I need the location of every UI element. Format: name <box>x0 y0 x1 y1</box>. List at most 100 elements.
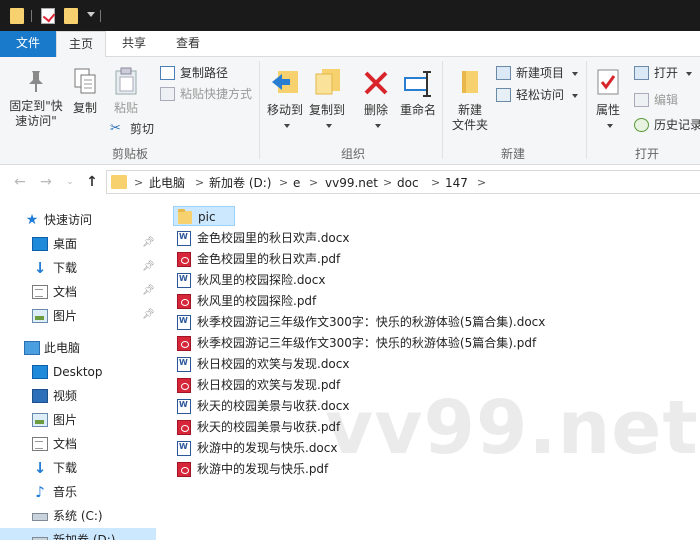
paste-shortcut-button[interactable]: 粘贴快捷方式 <box>160 84 252 104</box>
paste-shortcut-icon <box>160 87 175 101</box>
folder-icon <box>111 175 127 189</box>
toolbar-divider <box>31 10 32 22</box>
history-icon <box>634 118 649 132</box>
group-divider <box>259 61 260 159</box>
nav-item-videos[interactable]: 视频 <box>0 384 156 408</box>
ribbon: 固定到"快 速访问" 复制 粘贴 复制路径 粘贴快捷方式 ✂ 剪切 剪贴板 移动… <box>0 57 700 165</box>
move-to-icon <box>272 71 298 93</box>
copy-icon <box>74 68 96 94</box>
breadcrumb-item[interactable]: vv99.net <box>325 174 378 192</box>
pdf-file-icon <box>177 336 191 351</box>
tab-home[interactable]: 主页 <box>56 31 106 58</box>
rename-button[interactable]: 重命名 <box>398 63 438 118</box>
properties-icon <box>597 69 619 95</box>
move-to-button[interactable]: 移动到 <box>264 63 306 133</box>
nav-item-pictures[interactable]: 图片 📌︎ <box>0 304 156 328</box>
chevron-right-icon[interactable]: > <box>195 174 204 192</box>
chevron-down-icon <box>571 93 578 98</box>
chevron-right-icon[interactable]: > <box>309 174 318 192</box>
breadcrumb-item[interactable]: 新加卷 (D:) <box>209 174 271 192</box>
new-item-button[interactable]: 新建项目 <box>496 63 578 83</box>
breadcrumb-item[interactable]: 此电脑 <box>149 174 185 192</box>
group-label-clipboard: 剪贴板 <box>111 147 148 161</box>
edit-icon <box>634 93 649 107</box>
nav-item-pc-documents[interactable]: 文档 <box>0 432 156 456</box>
delete-button[interactable]: 删除 <box>358 63 394 133</box>
nav-item-pc-pictures[interactable]: 图片 <box>0 408 156 432</box>
copy-path-button[interactable]: 复制路径 <box>160 63 228 83</box>
chevron-right-icon[interactable]: > <box>477 174 486 192</box>
word-file-icon <box>177 399 191 414</box>
new-folder-button[interactable]: 新建 文件夹 <box>448 63 492 133</box>
breadcrumb-item[interactable]: doc <box>397 174 419 192</box>
chevron-down-icon <box>326 123 332 128</box>
history-button[interactable]: 历史记录 <box>634 115 700 135</box>
nav-item-drive-d[interactable]: 新加卷 (D:) <box>0 528 156 540</box>
copy-path-icon <box>160 66 175 80</box>
nav-quick-access[interactable]: ★ 快速访问 <box>0 208 156 232</box>
pin-icon[interactable]: 📌︎ <box>142 238 155 248</box>
breadcrumb-item[interactable]: 147 <box>445 174 468 192</box>
nav-item-pc-desktop[interactable]: Desktop <box>0 360 156 384</box>
copy-to-icon <box>315 69 340 95</box>
navigation-pane: ★ 快速访问 桌面 📌︎ ↓ 下载 📌︎ 文档 📌︎ 图片 📌︎ 此电脑 Des… <box>0 198 156 540</box>
properties-icon[interactable] <box>41 8 55 24</box>
properties-button[interactable]: 属性 <box>590 63 626 133</box>
rename-icon <box>404 71 431 97</box>
pin-icon[interactable]: 📌︎ <box>142 262 155 272</box>
title-bar <box>0 0 700 31</box>
chevron-right-icon[interactable]: > <box>383 174 392 192</box>
chevron-down-icon <box>571 71 578 76</box>
pin-icon[interactable]: 📌︎ <box>142 286 155 296</box>
chevron-down-icon <box>284 123 290 128</box>
chevron-down-icon <box>607 123 613 128</box>
nav-item-downloads[interactable]: ↓ 下载 📌︎ <box>0 256 156 280</box>
recent-locations-icon[interactable]: ⌄ <box>62 174 78 190</box>
tab-share[interactable]: 共享 <box>111 31 157 57</box>
chevron-right-icon[interactable]: > <box>431 174 440 192</box>
document-icon <box>32 285 48 299</box>
pdf-file-icon <box>177 420 191 435</box>
paste-button[interactable]: 粘贴 <box>108 63 144 116</box>
nav-item-pc-downloads[interactable]: ↓ 下载 <box>0 456 156 480</box>
nav-item-documents[interactable]: 文档 📌︎ <box>0 280 156 304</box>
cut-button[interactable]: ✂ 剪切 <box>110 119 154 139</box>
open-button[interactable]: 打开 <box>634 63 692 83</box>
folder-icon[interactable] <box>10 8 24 24</box>
chevron-down-icon[interactable] <box>87 12 95 17</box>
edit-button[interactable]: 编辑 <box>634 90 678 110</box>
music-icon: ♪ <box>35 483 45 501</box>
chevron-right-icon[interactable]: > <box>134 174 143 192</box>
tab-file[interactable]: 文件 <box>0 31 56 57</box>
up-arrow-icon[interactable]: ↑ <box>84 174 100 190</box>
tab-view[interactable]: 查看 <box>163 31 213 57</box>
pdf-file-icon <box>177 378 191 393</box>
breadcrumb-item[interactable]: e <box>293 174 300 192</box>
list-item-folder[interactable]: pic <box>173 206 235 226</box>
nav-this-pc[interactable]: 此电脑 <box>0 336 156 360</box>
document-icon <box>32 437 48 451</box>
new-folder-icon <box>462 71 478 93</box>
paste-icon <box>115 67 137 95</box>
ribbon-tabs: 文件 主页 共享 查看 <box>0 31 700 58</box>
word-file-icon <box>177 315 191 330</box>
forward-arrow-icon[interactable]: → <box>38 174 54 190</box>
easy-access-button[interactable]: 轻松访问 <box>496 85 578 105</box>
nav-item-drive-c[interactable]: 系统 (C:) <box>0 504 156 528</box>
new-folder-icon[interactable] <box>64 8 78 24</box>
copy-button[interactable]: 复制 <box>68 63 102 116</box>
delete-icon <box>364 71 388 95</box>
toolbar-divider <box>100 10 101 22</box>
back-arrow-icon[interactable]: ← <box>12 174 28 190</box>
chevron-right-icon[interactable]: > <box>279 174 288 192</box>
scissors-icon: ✂ <box>110 121 121 136</box>
pdf-file-icon <box>177 462 191 477</box>
folder-icon <box>178 209 192 224</box>
nav-item-desktop[interactable]: 桌面 📌︎ <box>0 232 156 256</box>
pin-to-quick-access-button[interactable]: 固定到"快 速访问" <box>6 63 66 129</box>
computer-icon <box>24 341 40 355</box>
copy-to-button[interactable]: 复制到 <box>306 63 348 133</box>
pin-icon[interactable]: 📌︎ <box>142 310 155 320</box>
address-bar[interactable]: > 此电脑 > 新加卷 (D:) > e > vv99.net > doc > … <box>106 170 700 194</box>
nav-item-music[interactable]: ♪ 音乐 <box>0 480 156 504</box>
